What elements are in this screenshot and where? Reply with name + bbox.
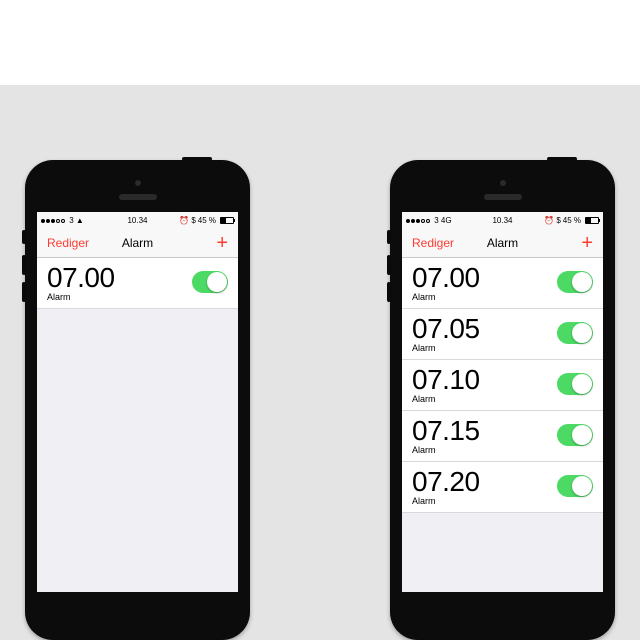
edit-button[interactable]: Rediger bbox=[412, 236, 454, 250]
speaker-slot bbox=[484, 194, 522, 200]
screen: 3 ▲ 10.34 ⏰ $ 45 % Rediger Alarm + bbox=[37, 212, 238, 592]
status-bar: 3 ▲ 10.34 ⏰ $ 45 % bbox=[37, 212, 238, 228]
speaker-slot bbox=[119, 194, 157, 200]
alarm-row[interactable]: 07.10 Alarm bbox=[402, 360, 603, 411]
alarm-time: 07.00 bbox=[47, 262, 115, 294]
alarm-row[interactable]: 07.00 Alarm bbox=[37, 258, 238, 309]
alarm-row[interactable]: 07.05 Alarm bbox=[402, 309, 603, 360]
power-button bbox=[182, 157, 212, 161]
alarm-time: 07.00 bbox=[412, 262, 480, 294]
phone-left: 3 ▲ 10.34 ⏰ $ 45 % Rediger Alarm + bbox=[25, 160, 250, 640]
edit-button[interactable]: Rediger bbox=[47, 236, 89, 250]
page-title: Alarm bbox=[487, 236, 518, 250]
volume-up bbox=[22, 255, 26, 275]
wifi-icon: ▲ bbox=[76, 216, 84, 225]
phone-right: 3 4G 10.34 ⏰ $ 45 % Rediger Alarm + bbox=[390, 160, 615, 640]
alarm-row[interactable]: 07.15 Alarm bbox=[402, 411, 603, 462]
alarm-time: 07.10 bbox=[412, 364, 480, 396]
stage: 3 ▲ 10.34 ⏰ $ 45 % Rediger Alarm + bbox=[0, 85, 640, 640]
status-left: 3 4G bbox=[406, 216, 452, 225]
status-right: ⏰ $ 45 % bbox=[544, 216, 599, 225]
volume-down bbox=[387, 282, 391, 302]
bluetooth-icon: $ bbox=[191, 216, 195, 225]
add-button[interactable]: + bbox=[581, 233, 593, 253]
volume-up bbox=[387, 255, 391, 275]
alarm-toggle[interactable] bbox=[557, 373, 593, 395]
power-button bbox=[547, 157, 577, 161]
screen: 3 4G 10.34 ⏰ $ 45 % Rediger Alarm + bbox=[402, 212, 603, 592]
status-time: 10.34 bbox=[127, 216, 147, 225]
alarm-time: 07.05 bbox=[412, 313, 480, 345]
add-button[interactable]: + bbox=[216, 233, 228, 253]
camera-dot bbox=[500, 180, 506, 186]
alarm-toggle[interactable] bbox=[557, 322, 593, 344]
nav-bar: Rediger Alarm + bbox=[402, 228, 603, 258]
status-bar: 3 4G 10.34 ⏰ $ 45 % bbox=[402, 212, 603, 228]
status-left: 3 ▲ bbox=[41, 216, 84, 225]
alarm-icon: ⏰ bbox=[544, 216, 554, 225]
alarm-time: 07.15 bbox=[412, 415, 480, 447]
alarm-toggle[interactable] bbox=[557, 424, 593, 446]
alarm-row[interactable]: 07.20 Alarm bbox=[402, 462, 603, 513]
alarm-list: 07.00 Alarm 07.05 Alarm 07.10 Alarm bbox=[402, 258, 603, 513]
alarm-time: 07.20 bbox=[412, 466, 480, 498]
mute-switch bbox=[387, 230, 391, 244]
nav-bar: Rediger Alarm + bbox=[37, 228, 238, 258]
status-right: ⏰ $ 45 % bbox=[179, 216, 234, 225]
network-label: 4G bbox=[441, 216, 452, 225]
status-time: 10.34 bbox=[492, 216, 512, 225]
alarm-list: 07.00 Alarm bbox=[37, 258, 238, 309]
alarm-toggle[interactable] bbox=[192, 271, 228, 293]
bluetooth-icon: $ bbox=[556, 216, 560, 225]
volume-down bbox=[22, 282, 26, 302]
alarm-toggle[interactable] bbox=[557, 271, 593, 293]
page-title: Alarm bbox=[122, 236, 153, 250]
alarm-toggle[interactable] bbox=[557, 475, 593, 497]
alarm-icon: ⏰ bbox=[179, 216, 189, 225]
mute-switch bbox=[22, 230, 26, 244]
alarm-row[interactable]: 07.00 Alarm bbox=[402, 258, 603, 309]
camera-dot bbox=[135, 180, 141, 186]
